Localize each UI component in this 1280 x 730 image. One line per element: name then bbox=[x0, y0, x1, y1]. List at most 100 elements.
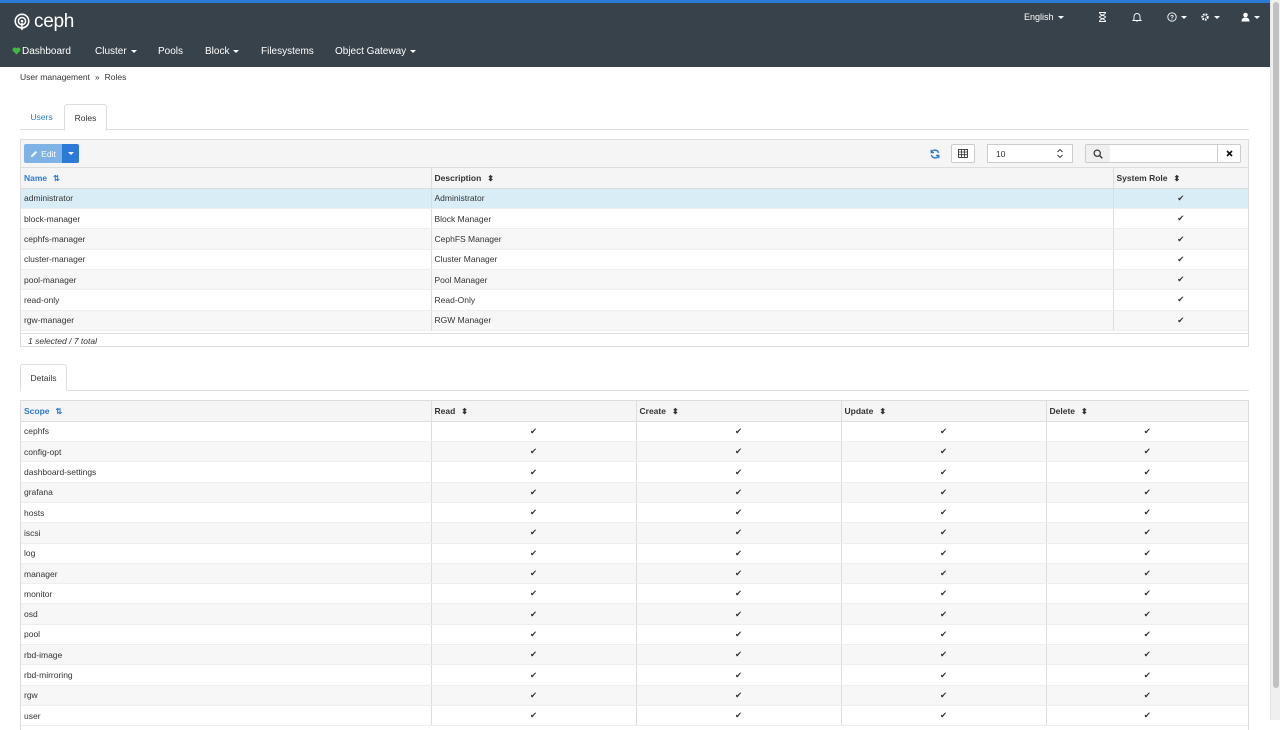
language-selector[interactable]: English bbox=[1024, 9, 1064, 25]
table-row: log ✔ ✔ ✔ ✔ bbox=[21, 543, 1248, 564]
nav-dashboard[interactable]: Dashboard bbox=[12, 46, 95, 57]
nav-filesystems[interactable]: Filesystems bbox=[261, 46, 335, 57]
table-row[interactable]: read-only Read-Only ✔ bbox=[21, 289, 1248, 311]
role-description: CephFS Manager bbox=[431, 228, 1114, 250]
table-row[interactable]: cluster-manager Cluster Manager ✔ bbox=[21, 249, 1248, 270]
check-icon: ✔ bbox=[636, 563, 842, 585]
check-icon: ✔ bbox=[636, 421, 842, 443]
navbar: ceph English ? Dashboard Cluster Pools B… bbox=[0, 3, 1270, 67]
brand-name: ceph bbox=[34, 11, 75, 32]
table-row: user ✔ ✔ ✔ ✔ bbox=[21, 705, 1248, 727]
sort-ascending-icon: ⇅ bbox=[53, 173, 60, 183]
chevron-down-icon bbox=[233, 49, 240, 53]
table-row[interactable]: block-manager Block Manager ✔ bbox=[21, 208, 1248, 230]
check-icon: ✔ bbox=[431, 603, 637, 625]
scrollbar-thumb[interactable] bbox=[1273, 2, 1279, 688]
column-read-label: Read bbox=[434, 405, 456, 416]
role-description: RGW Manager bbox=[431, 310, 1114, 331]
role-name: read-only bbox=[21, 289, 432, 311]
help-menu[interactable]: ? bbox=[1167, 9, 1187, 25]
check-icon: ✔ bbox=[431, 522, 637, 544]
column-name-label: Name bbox=[24, 172, 48, 183]
nav-pools[interactable]: Pools bbox=[158, 46, 205, 57]
nav-cluster[interactable]: Cluster bbox=[95, 46, 158, 57]
column-system-role-label: System Role bbox=[1116, 172, 1168, 183]
clear-search-button[interactable] bbox=[1217, 144, 1241, 163]
user-menu[interactable] bbox=[1241, 9, 1260, 25]
table-row: dashboard-settings ✔ ✔ ✔ ✔ bbox=[21, 461, 1248, 483]
table-row[interactable]: pool-manager Pool Manager ✔ bbox=[21, 269, 1248, 291]
check-icon: ✔ bbox=[636, 603, 842, 625]
notifications-button[interactable] bbox=[1132, 9, 1142, 25]
table-row: config-opt ✔ ✔ ✔ ✔ bbox=[21, 441, 1248, 463]
table-row: monitor ✔ ✔ ✔ ✔ bbox=[21, 583, 1248, 605]
check-icon: ✔ bbox=[1113, 269, 1248, 291]
tab-details[interactable]: Details bbox=[20, 364, 67, 391]
check-icon: ✔ bbox=[1046, 644, 1248, 666]
details-tabs: Details bbox=[20, 364, 1249, 391]
table-row[interactable]: administrator Administrator ✔ bbox=[21, 188, 1248, 210]
column-description-label: Description bbox=[434, 172, 482, 183]
check-icon: ✔ bbox=[1113, 208, 1248, 230]
column-header-scope[interactable]: Scope ⇅ bbox=[21, 401, 432, 422]
role-name: administrator bbox=[21, 188, 432, 210]
settings-menu[interactable] bbox=[1200, 9, 1220, 25]
column-header-delete[interactable]: Delete ⬍ bbox=[1046, 401, 1248, 422]
check-icon: ✔ bbox=[841, 441, 1047, 463]
page-size-input[interactable]: 10 bbox=[987, 144, 1073, 163]
column-header-name[interactable]: Name ⇅ bbox=[21, 168, 432, 189]
chevron-down-icon bbox=[67, 152, 74, 155]
table-row[interactable]: rgw-manager RGW Manager ✔ bbox=[21, 310, 1248, 331]
stepper-arrows-icon[interactable] bbox=[1057, 148, 1063, 159]
column-header-system-role[interactable]: System Role ⬍ bbox=[1113, 168, 1248, 189]
edit-dropdown-toggle[interactable] bbox=[62, 144, 79, 163]
column-header-read[interactable]: Read ⬍ bbox=[431, 401, 637, 422]
check-icon: ✔ bbox=[1046, 583, 1248, 605]
sort-icon: ⬍ bbox=[879, 406, 887, 416]
breadcrumb-parent[interactable]: User management bbox=[20, 72, 90, 82]
check-icon: ✔ bbox=[636, 522, 842, 544]
check-icon: ✔ bbox=[1046, 421, 1248, 443]
check-icon: ✔ bbox=[636, 685, 842, 706]
brand-logo[interactable]: ceph bbox=[13, 11, 74, 33]
sort-ascending-icon: ⇅ bbox=[55, 406, 63, 416]
check-icon: ✔ bbox=[636, 664, 842, 686]
breadcrumb: User management » Roles bbox=[20, 72, 126, 82]
search-input[interactable] bbox=[1110, 144, 1218, 163]
check-icon: ✔ bbox=[431, 543, 637, 564]
nav-object-gateway[interactable]: Object Gateway bbox=[335, 46, 417, 57]
check-icon: ✔ bbox=[841, 563, 1047, 585]
table-row: rbd-mirroring ✔ ✔ ✔ ✔ bbox=[21, 664, 1248, 686]
table-row: pool ✔ ✔ ✔ ✔ bbox=[21, 624, 1248, 646]
check-icon: ✔ bbox=[1046, 461, 1248, 483]
role-description: Cluster Manager bbox=[431, 249, 1114, 270]
check-icon: ✔ bbox=[841, 522, 1047, 544]
check-icon: ✔ bbox=[636, 461, 842, 483]
column-header-description[interactable]: Description ⬍ bbox=[431, 168, 1114, 189]
search-button[interactable] bbox=[1085, 144, 1111, 163]
column-header-update[interactable]: Update ⬍ bbox=[841, 401, 1047, 422]
nav-block[interactable]: Block bbox=[205, 46, 261, 57]
column-header-create[interactable]: Create ⬍ bbox=[636, 401, 842, 422]
tab-users[interactable]: Users bbox=[20, 104, 63, 130]
page-scrollbar[interactable] bbox=[1270, 0, 1280, 720]
refresh-button[interactable] bbox=[925, 144, 945, 163]
background-tasks-button[interactable] bbox=[1098, 9, 1107, 25]
column-toggle-button[interactable] bbox=[951, 144, 975, 163]
check-icon: ✔ bbox=[841, 644, 1047, 666]
edit-button[interactable]: Edit bbox=[24, 144, 62, 163]
column-create-label: Create bbox=[639, 405, 666, 416]
table-row: hosts ✔ ✔ ✔ ✔ bbox=[21, 502, 1248, 524]
check-icon: ✔ bbox=[841, 583, 1047, 605]
check-icon: ✔ bbox=[1113, 228, 1248, 250]
table-row: cephfs ✔ ✔ ✔ ✔ bbox=[21, 421, 1248, 443]
refresh-icon bbox=[930, 148, 940, 159]
check-icon: ✔ bbox=[1046, 664, 1248, 686]
check-icon: ✔ bbox=[636, 644, 842, 666]
tab-roles[interactable]: Roles bbox=[64, 104, 107, 131]
breadcrumb-current: Roles bbox=[104, 72, 127, 82]
permissions-table-header: Scope ⇅ Read ⬍ Create ⬍ Update ⬍ Delete ⬍ bbox=[21, 401, 1248, 422]
edit-button-label: Edit bbox=[41, 148, 56, 159]
roles-table: Name ⇅ Description ⬍ System Role ⬍ administ… bbox=[21, 168, 1248, 331]
table-row[interactable]: cephfs-manager CephFS Manager ✔ bbox=[21, 228, 1248, 250]
